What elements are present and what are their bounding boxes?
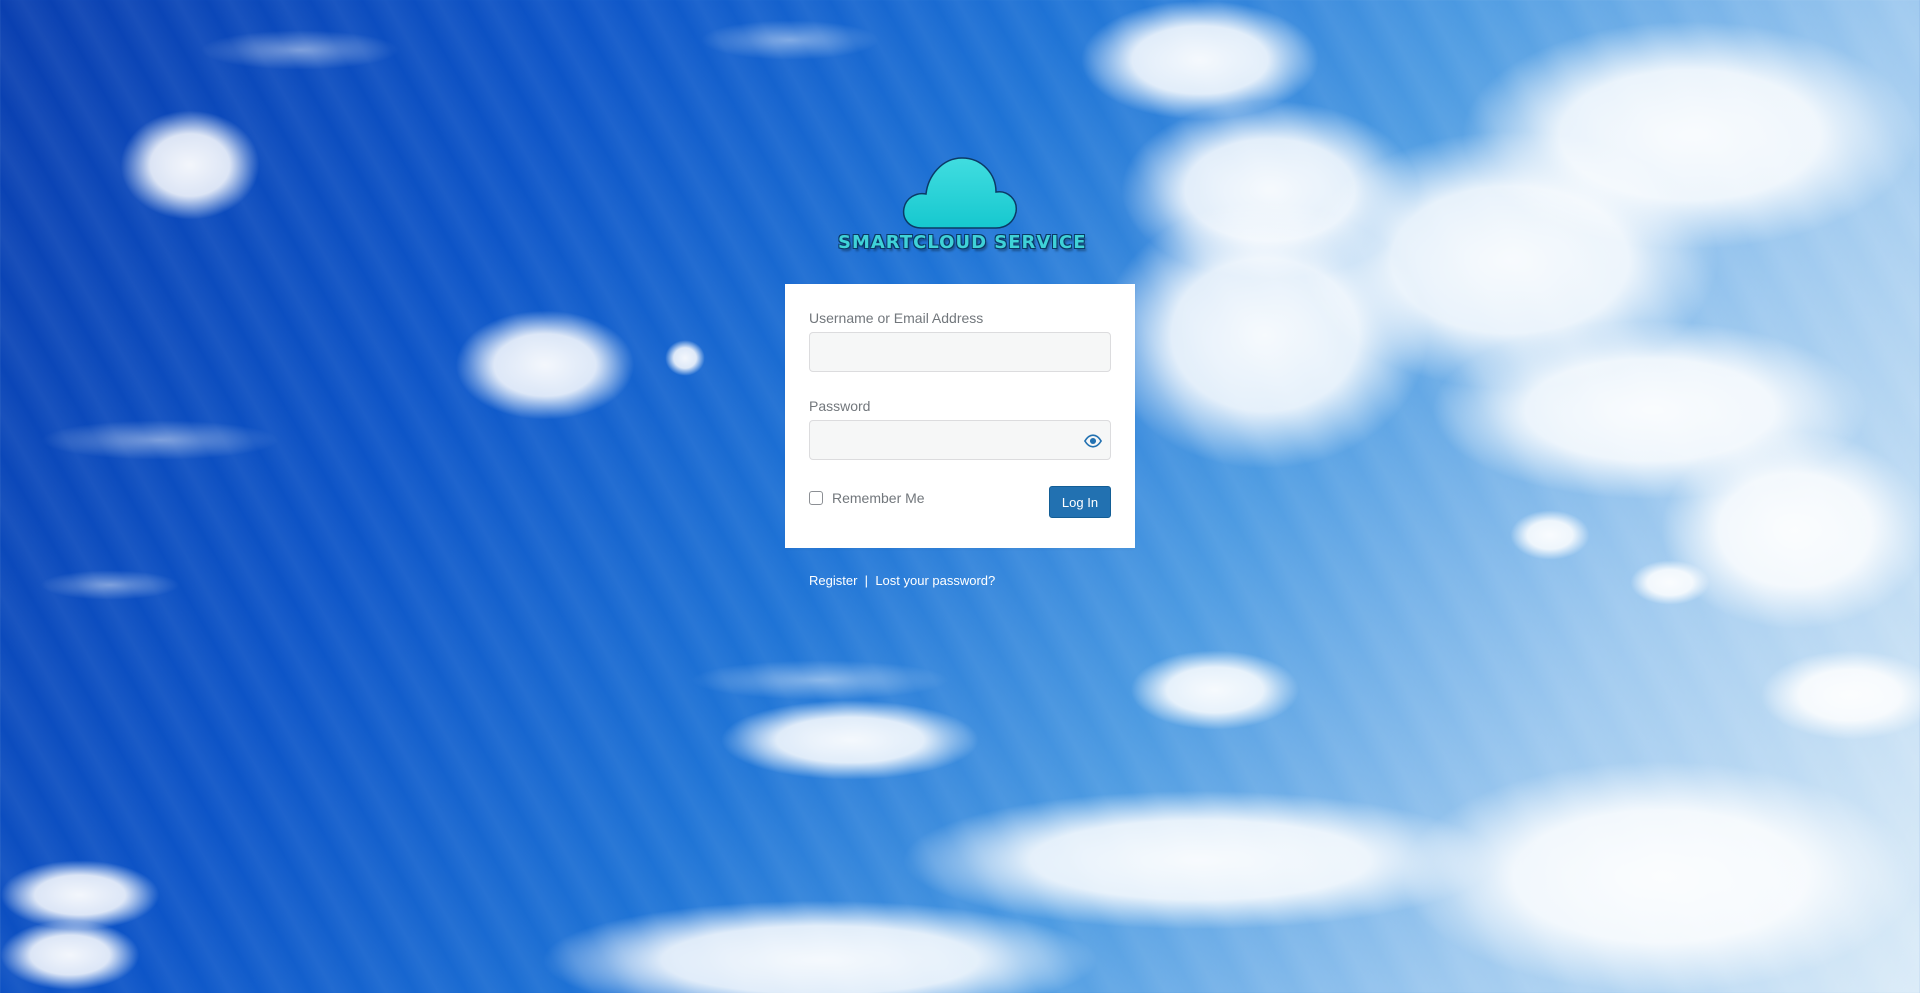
username-field [809,332,1111,372]
logo-text: SMARTCLOUD SERVICE [838,232,1087,253]
remember-me-checkbox[interactable] [809,491,823,505]
login-nav: Register | Lost your password? [809,573,995,588]
register-link[interactable]: Register [809,573,857,588]
eye-icon[interactable] [1084,432,1102,450]
username-label: Username or Email Address [809,310,984,326]
password-input[interactable] [810,421,1110,459]
lost-password-link[interactable]: Lost your password? [875,573,995,588]
login-button[interactable]: Log In [1049,486,1111,518]
nav-separator: | [864,573,869,588]
remember-me-label[interactable]: Remember Me [832,490,925,506]
site-logo[interactable]: SMARTCLOUD SERVICE [838,152,1087,262]
password-label: Password [809,398,871,414]
login-form: Username or Email Address Password Remem… [785,284,1135,548]
cloud-icon [902,157,1017,229]
form-actions: Remember Me Log In [809,486,1111,522]
remember-me: Remember Me [809,490,925,506]
username-input[interactable] [810,333,1110,371]
password-field [809,420,1111,460]
